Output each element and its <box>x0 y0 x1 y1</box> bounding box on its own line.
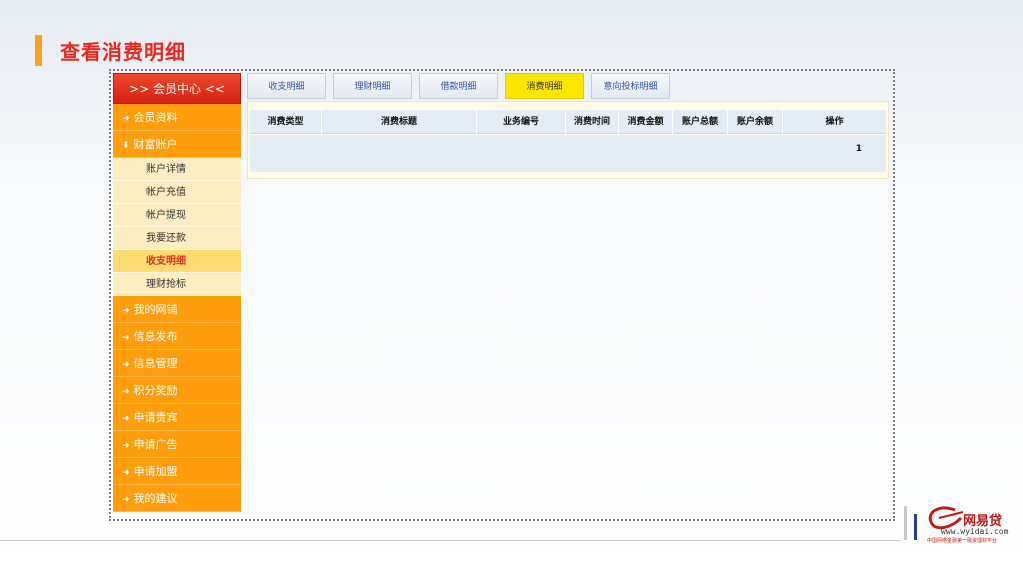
arrow-right-icon: ➜ <box>122 360 130 370</box>
column-header: 账户余额 <box>728 110 783 134</box>
page-title: 查看消费明细 <box>60 40 186 64</box>
sidebar-item-label: 我的建议 <box>133 492 178 505</box>
wyidai-logo: 网易贷 www.wyidai.com 中国网络金融第一融资理财平台 <box>925 500 1017 560</box>
divider-bar <box>904 506 907 540</box>
arrow-right-icon: ➜ <box>122 468 130 478</box>
sidebar-item-apply-vip[interactable]: ➜ 申请贵宾 <box>113 404 241 431</box>
page-number-link[interactable]: 1 <box>856 144 862 154</box>
arrow-right-icon: ➜ <box>122 114 130 124</box>
column-header: 消费标题 <box>322 110 477 134</box>
footer-divider <box>0 540 900 541</box>
column-header: 账户总额 <box>673 110 728 134</box>
sidebar-item-label: 积分奖励 <box>133 384 178 397</box>
sidebar-subitem-recharge[interactable]: 帐户充值 <box>113 181 241 204</box>
sidebar-subitem-withdraw[interactable]: 帐户提现 <box>113 204 241 227</box>
arrow-down-icon: ⬇ <box>122 141 130 151</box>
sidebar-item-points-reward[interactable]: ➜ 积分奖励 <box>113 377 241 404</box>
arrow-right-icon: ➜ <box>122 441 130 451</box>
arrow-right-icon: ➜ <box>122 495 130 505</box>
sidebar-item-suggestion[interactable]: ➜ 我的建议 <box>113 485 241 512</box>
sidebar-subitem-account-details[interactable]: 账户详情 <box>113 158 241 181</box>
sidebar-item-label: 申请加盟 <box>133 465 178 478</box>
consumption-table: 消费类型 消费标题 业务编号 消费时间 消费金额 账户总额 账户余额 操作 1 <box>247 101 889 179</box>
tab-income-expense[interactable]: 收支明细 <box>247 73 326 99</box>
tab-consumption[interactable]: 消费明细 <box>505 73 584 99</box>
column-header: 消费类型 <box>250 110 322 134</box>
sidebar-item-label: 财富账户 <box>133 138 178 151</box>
column-header: 业务编号 <box>477 110 566 134</box>
sidebar-subitem-bid-grab[interactable]: 理财抢标 <box>113 273 241 296</box>
column-header: 操作 <box>825 117 844 127</box>
logo-tagline: 中国网络金融第一融资理财平台 <box>927 538 998 544</box>
arrow-right-icon: ➜ <box>122 414 130 424</box>
sidebar-item-apply-join[interactable]: ➜ 申请加盟 <box>113 458 241 485</box>
sidebar-item-info-manage[interactable]: ➜ 信息管理 <box>113 350 241 377</box>
sidebar-item-my-shop[interactable]: ➜ 我的网铺 <box>113 296 241 323</box>
logo-url: www.wyidai.com <box>941 527 1009 536</box>
sidebar-subitem-repayment[interactable]: 我要还款 <box>113 227 241 250</box>
sidebar-item-apply-ad[interactable]: ➜ 申请广告 <box>113 431 241 458</box>
tab-intended-bids[interactable]: 意向投标明细 <box>591 73 670 99</box>
title-accent-bar <box>35 35 42 66</box>
table-body: 1 <box>250 135 886 172</box>
table-header: 消费类型 消费标题 业务编号 消费时间 消费金额 账户总额 账户余额 操作 <box>250 110 886 134</box>
member-sidebar: >> 会员中心 << ➜ 会员资料 ⬇ 财富账户 账户详情 帐户充值 帐户提现 我要… <box>113 73 241 518</box>
sidebar-item-info-publish[interactable]: ➜ 信息发布 <box>113 323 241 350</box>
column-header: 消费金额 <box>619 110 673 134</box>
sidebar-item-label: 会员资料 <box>133 111 178 124</box>
sidebar-item-member-profile[interactable]: ➜ 会员资料 <box>113 104 241 131</box>
tab-finance[interactable]: 理财明细 <box>333 73 412 99</box>
sidebar-item-label: 申请广告 <box>133 438 178 451</box>
sidebar-item-label: 信息管理 <box>133 357 178 370</box>
arrow-right-icon: ➜ <box>122 306 130 316</box>
tab-loan[interactable]: 借款明细 <box>419 73 498 99</box>
sidebar-item-wealth-account[interactable]: ⬇ 财富账户 <box>113 131 241 158</box>
sidebar-subitem-income-expense[interactable]: 收支明细 <box>113 250 241 273</box>
sidebar-header: >> 会员中心 << <box>113 73 241 104</box>
sidebar-item-label: 信息发布 <box>133 330 178 343</box>
sidebar-item-label: 我的网铺 <box>133 303 178 316</box>
column-header: 消费时间 <box>566 110 619 134</box>
arrow-right-icon: ➜ <box>122 333 130 343</box>
arrow-right-icon: ➜ <box>122 387 130 397</box>
sidebar-item-label: 申请贵宾 <box>133 411 178 424</box>
divider-bar <box>914 514 917 540</box>
